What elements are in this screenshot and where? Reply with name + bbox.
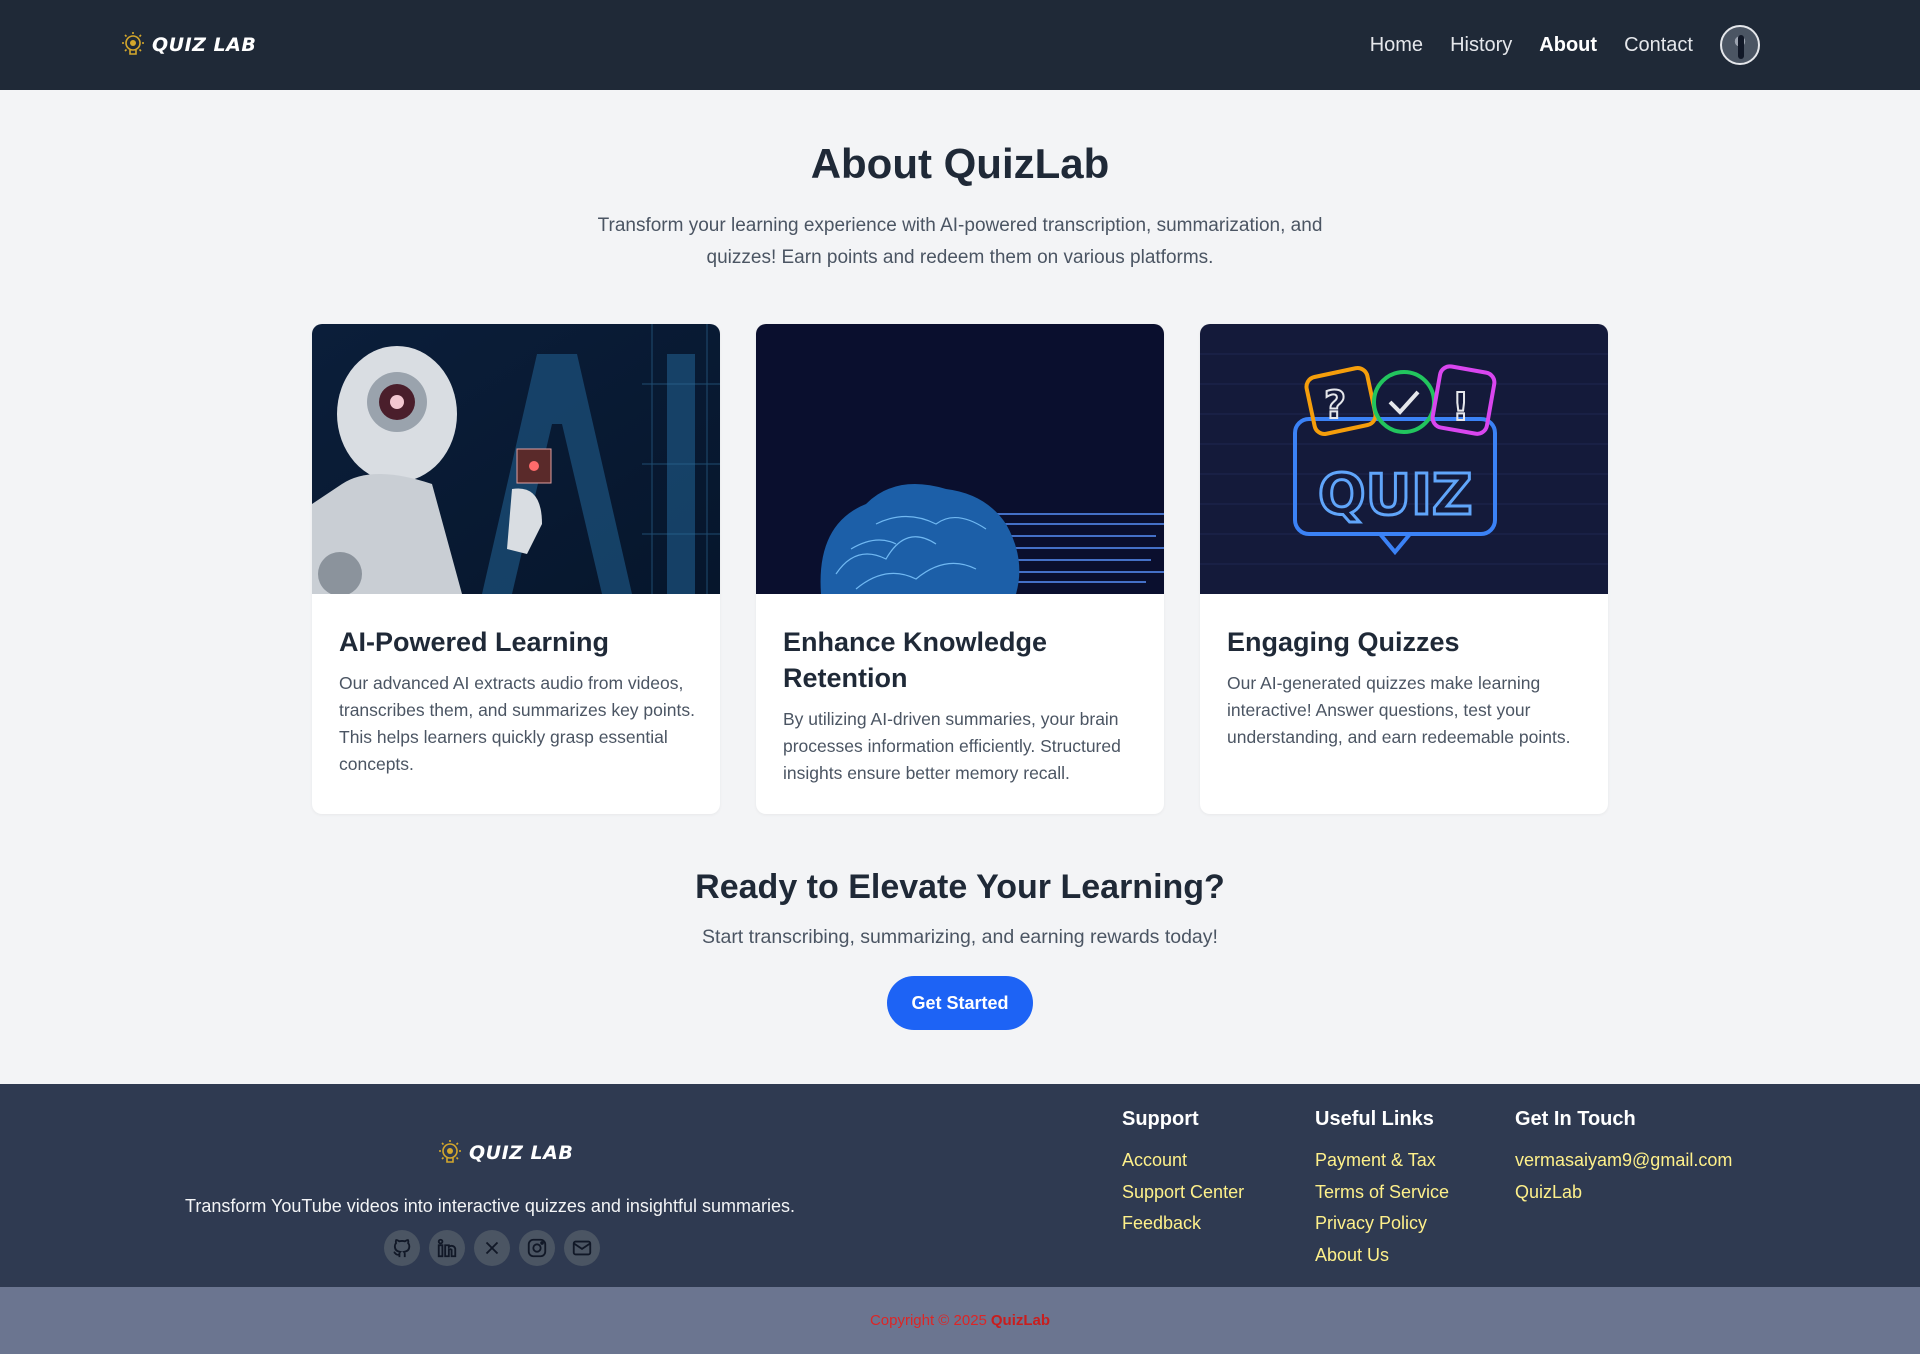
site-logo[interactable]: QUIZ LAB: [118, 30, 256, 60]
footer-heading: Useful Links: [1315, 1108, 1434, 1130]
avatar-figure: [1738, 35, 1744, 59]
page-subtitle: Transform your learning experience with …: [597, 215, 1323, 268]
footer-tagline: Transform YouTube videos into interactiv…: [185, 1196, 795, 1216]
svg-text:!: !: [1452, 385, 1469, 429]
footer-heading: Support: [1122, 1108, 1199, 1130]
footer-link-feedback[interactable]: Feedback: [1122, 1208, 1244, 1240]
footer-column-get-in-touch: Get In Touch vermasaiyam9@gmail.com Quiz…: [1515, 1108, 1732, 1208]
user-avatar[interactable]: [1720, 25, 1760, 65]
card-text: Our advanced AI extracts audio from vide…: [339, 673, 695, 774]
footer-column-support: Support Account Support Center Feedback: [1122, 1108, 1244, 1240]
social-links: [384, 1230, 600, 1266]
feature-card-ai-learning: AI-Powered Learning Our advanced AI extr…: [312, 324, 720, 814]
robot-ai-image: [312, 324, 720, 594]
footer-link-payment-tax[interactable]: Payment & Tax: [1315, 1145, 1449, 1177]
footer-link-privacy[interactable]: Privacy Policy: [1315, 1208, 1449, 1240]
get-started-button[interactable]: Get Started: [887, 976, 1033, 1030]
footer-link-about-us[interactable]: About Us: [1315, 1240, 1449, 1272]
copyright-bar: Copyright © 2025 QuizLab: [0, 1287, 1920, 1354]
nav-link-history[interactable]: History: [1450, 34, 1512, 57]
cta-title: Ready to Elevate Your Learning?: [695, 868, 1225, 906]
github-icon[interactable]: [384, 1230, 420, 1266]
card-title: AI-Powered Learning: [339, 627, 610, 657]
instagram-icon[interactable]: [519, 1230, 555, 1266]
cta-subtitle: Start transcribing, summarizing, and ear…: [702, 926, 1218, 948]
copyright-text: Copyright © 2025: [869, 1312, 987, 1329]
feature-card-knowledge-retention: Enhance Knowledge Retention By utilizing…: [756, 324, 1164, 814]
linkedin-icon[interactable]: [429, 1230, 465, 1266]
lightbulb-logo-icon: [439, 1140, 461, 1163]
feature-card-engaging-quizzes: ? ! QUIZ Engaging Quizzes Our AI-generat…: [1200, 324, 1608, 814]
nav-link-home[interactable]: Home: [1370, 34, 1423, 57]
footer-heading: Get In Touch: [1515, 1108, 1636, 1130]
neon-quiz-image: ? ! QUIZ: [1200, 324, 1608, 594]
footer-logo[interactable]: QUIZ LAB: [435, 1138, 573, 1168]
card-title: Enhance Knowledge Retention: [783, 627, 1048, 693]
mail-icon[interactable]: [564, 1230, 600, 1266]
footer-link-terms[interactable]: Terms of Service: [1315, 1177, 1449, 1209]
nav-link-about[interactable]: About: [1539, 34, 1597, 57]
footer: QUIZ LAB Transform YouTube videos into i…: [0, 1084, 1920, 1287]
nav-link-contact[interactable]: Contact: [1624, 34, 1693, 57]
logo-text: QUIZ LAB: [152, 34, 257, 56]
lightbulb-logo-icon: [122, 32, 144, 55]
footer-link-email[interactable]: vermasaiyam9@gmail.com: [1515, 1145, 1732, 1177]
card-title: Engaging Quizzes: [1227, 627, 1460, 657]
x-icon[interactable]: [474, 1230, 510, 1266]
footer-column-useful-links: Useful Links Payment & Tax Terms of Serv…: [1315, 1108, 1449, 1271]
footer-link-account[interactable]: Account: [1122, 1145, 1244, 1177]
svg-text:QUIZ: QUIZ: [1318, 463, 1473, 528]
copyright-brand: QuizLab: [990, 1312, 1051, 1329]
page-title: About QuizLab: [810, 140, 1110, 187]
logo-text: QUIZ LAB: [469, 1142, 574, 1164]
footer-link-quizlab[interactable]: QuizLab: [1515, 1177, 1732, 1209]
navbar: QUIZ LAB Home History About Contact: [0, 0, 1920, 90]
nav-links: Home History About Contact: [1343, 0, 1760, 90]
card-text: By utilizing AI-driven summaries, your b…: [783, 709, 1121, 783]
svg-text:?: ?: [1324, 383, 1346, 427]
digital-brain-image: [756, 324, 1164, 594]
card-text: Our AI-generated quizzes make learning i…: [1227, 673, 1571, 747]
footer-link-support-center[interactable]: Support Center: [1122, 1177, 1244, 1209]
